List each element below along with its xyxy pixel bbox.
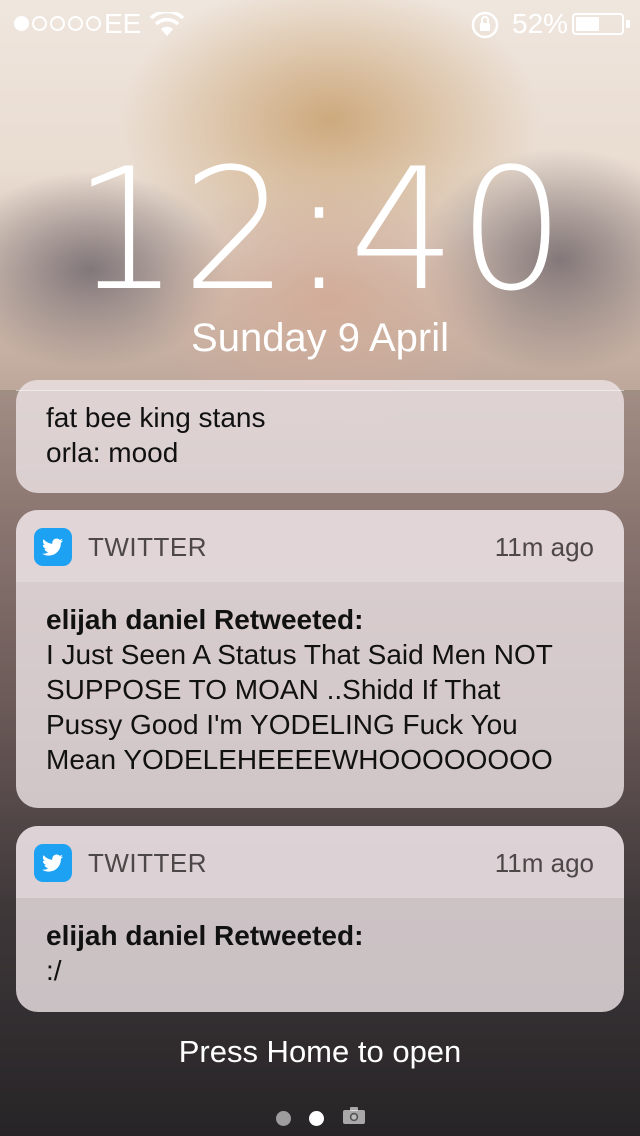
notification-body: elijah daniel Retweeted: :/ <box>16 898 624 1012</box>
notification-line: orla: mood <box>46 437 179 468</box>
notification-body: elijah daniel Retweeted: I Just Seen A S… <box>16 582 624 805</box>
signal-strength-icon <box>14 16 101 31</box>
notification-title: elijah daniel Retweeted: <box>46 604 364 635</box>
notification-text-line: Mean YODELEHEEEEWHOOOOOOOO <box>46 744 553 775</box>
twitter-icon <box>34 528 72 566</box>
notification-twitter[interactable]: TWITTER 11m ago elijah daniel Retweeted:… <box>16 510 624 808</box>
notification-twitter[interactable]: TWITTER 11m ago elijah daniel Retweeted:… <box>16 826 624 1012</box>
notification-text-line: I Just Seen A Status That Said Men NOT <box>46 639 553 670</box>
battery-tip <box>626 20 630 28</box>
lock-screen-date: Sunday 9 April <box>191 316 449 360</box>
notification-partial[interactable]: fat bee king stans orla: mood <box>16 380 624 493</box>
notification-text-line: Pussy Good I'm YODELING Fuck You <box>46 709 518 740</box>
page-dot[interactable] <box>276 1110 291 1126</box>
lock-screen-time: 12:40 <box>72 132 568 328</box>
battery-level-fill <box>576 17 599 31</box>
notification-header: TWITTER 11m ago <box>16 826 624 898</box>
notification-title: elijah daniel Retweeted: <box>46 920 364 951</box>
notification-text-line: SUPPOSE TO MOAN ..Shidd If That <box>46 674 501 705</box>
twitter-icon <box>34 844 72 882</box>
notification-app-name: TWITTER <box>88 532 208 562</box>
page-indicator[interactable] <box>276 1106 366 1130</box>
camera-icon[interactable] <box>342 1106 366 1130</box>
notification-time: 11m ago <box>494 532 594 562</box>
notification-line: fat bee king stans <box>46 402 266 433</box>
press-home-hint: Press Home to open <box>178 1034 462 1069</box>
status-bar: EE 52% <box>0 0 640 48</box>
battery-icon <box>572 13 624 35</box>
notification-app-name: TWITTER <box>88 848 208 878</box>
battery-percentage: 52% <box>512 8 569 39</box>
page-dot-active[interactable] <box>309 1110 324 1126</box>
carrier-name: EE <box>104 8 142 39</box>
notification-time: 11m ago <box>494 848 594 878</box>
scroll-clip-edge <box>16 390 624 391</box>
notification-header: TWITTER 11m ago <box>16 510 624 582</box>
notification-text-line: :/ <box>46 955 62 986</box>
rotation-lock-icon <box>470 10 500 47</box>
wifi-icon <box>149 9 185 45</box>
